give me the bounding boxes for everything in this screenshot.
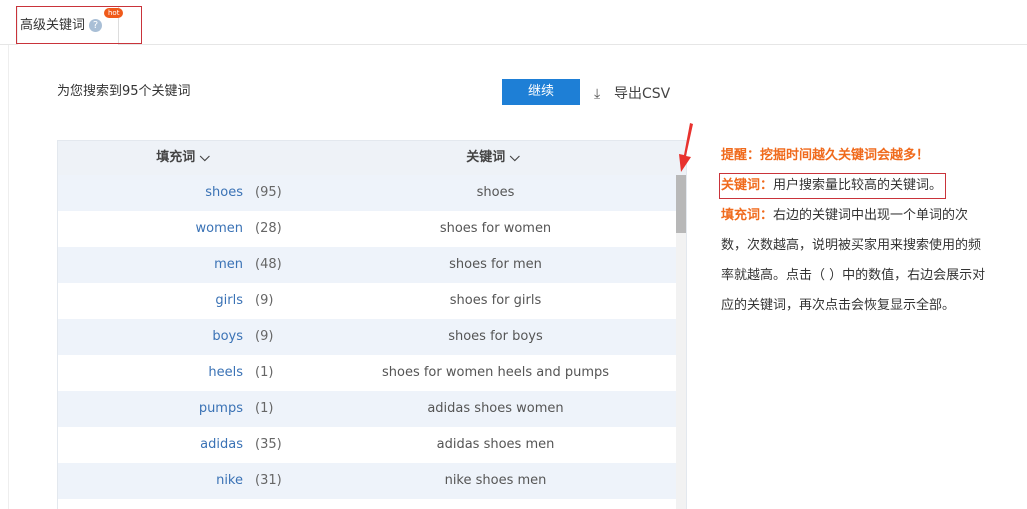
keyword-cell: shoes	[476, 185, 515, 200]
keyword-note-box: 关键词：用户搜索量比较高的关键词。	[719, 173, 947, 199]
fill-word-link[interactable]: adidas	[58, 427, 243, 463]
fill-count-link[interactable]: (95)	[243, 175, 313, 211]
tip-text: 提醒：挖掘时间越久关键词会越多！	[721, 148, 930, 163]
fill-word-link[interactable]: men	[58, 247, 243, 283]
fill-word-link[interactable]	[58, 499, 243, 509]
keyword-cell: adidas shoes men	[436, 437, 555, 452]
fill-count-link[interactable]: (48)	[243, 247, 313, 283]
keyword-cell: shoes for women	[439, 221, 552, 236]
table-row: pumps (1) adidas shoes women	[58, 391, 686, 427]
continue-button[interactable]: 继续	[502, 79, 580, 105]
fill-count-link[interactable]: (31)	[243, 463, 313, 499]
table-body: shoes (95) shoes women (28) shoes for women me…	[58, 175, 686, 509]
keyword-table: 填充词 ⌵ 关键词 ⌵ shoes (95) shoes women (28) shoes…	[57, 140, 687, 509]
keyword-note-label: 关键词：	[721, 178, 774, 193]
export-csv-button[interactable]: ⤓ 导出CSV	[594, 83, 670, 103]
keyword-cell: shoes for men	[449, 257, 542, 272]
fill-count-link[interactable]	[243, 499, 313, 509]
table-row: heels (1) shoes for women heels and pumps	[58, 355, 686, 391]
fill-word-link[interactable]: shoes	[58, 175, 243, 211]
fill-note-text: 右边的关键词中出现一个单词的次数，次数越高，说明被买家用来搜索使用的频率就越高。…	[721, 208, 986, 313]
download-icon: ⤓	[594, 86, 601, 102]
notes: 提醒：挖掘时间越久关键词会越多！ 关键词：用户搜索量比较高的关键词。 填充词：右…	[719, 141, 991, 321]
fill-count-link[interactable]: (9)	[243, 319, 313, 355]
scrollbar-thumb[interactable]	[676, 175, 686, 233]
header-keyword[interactable]: 关键词 ⌵	[308, 141, 678, 175]
fill-word-link[interactable]: boys	[58, 319, 243, 355]
keyword-note-text: 用户搜索量比较高的关键词。	[773, 178, 943, 193]
highlight-box	[16, 6, 142, 44]
keyword-cell: adidas shoes women	[427, 401, 564, 416]
keyword-cell: shoes for boys	[448, 329, 543, 344]
table-row: men (48) shoes for men	[58, 247, 686, 283]
table-row: adidas (35) adidas shoes men	[58, 427, 686, 463]
export-label: 导出CSV	[614, 86, 671, 102]
table-header: 填充词 ⌵ 关键词 ⌵	[58, 141, 686, 175]
fill-word-link[interactable]: women	[58, 211, 244, 247]
fill-word-link[interactable]: pumps	[58, 391, 243, 427]
fill-word-link[interactable]: girls	[58, 283, 243, 319]
table-row: women (28) shoes for women	[58, 211, 686, 247]
fill-count-link[interactable]: (28)	[243, 211, 313, 247]
result-count: 为您搜索到95个关键词	[57, 84, 191, 99]
fill-count-link[interactable]: (1)	[243, 391, 313, 427]
keyword-cell: nike shoes men	[444, 473, 547, 488]
red-arrow-annotation	[679, 123, 693, 172]
fill-count-link[interactable]: (1)	[243, 355, 313, 391]
fill-word-link[interactable]: nike	[58, 463, 243, 499]
keyword-cell: shoes for women heels and pumps	[381, 365, 610, 380]
table-row: nike (31) nike shoes men	[58, 463, 686, 499]
fill-count-link[interactable]: (9)	[243, 283, 313, 319]
tab-bar: 高级关键词? hot	[0, 0, 1027, 45]
fill-word-link[interactable]: heels	[58, 355, 243, 391]
keyword-cell	[313, 499, 678, 509]
table-row: boys (9) shoes for boys	[58, 319, 686, 355]
fill-note-label: 填充词：	[721, 208, 774, 223]
keyword-cell: shoes for girls	[449, 293, 542, 308]
table-row: shoes (95) shoes	[58, 175, 686, 211]
fill-count-link[interactable]: (35)	[243, 427, 313, 463]
table-row: girls (9) shoes for girls	[58, 283, 686, 319]
header-fill-word[interactable]: 填充词 ⌵	[58, 141, 308, 175]
table-row	[58, 499, 686, 509]
